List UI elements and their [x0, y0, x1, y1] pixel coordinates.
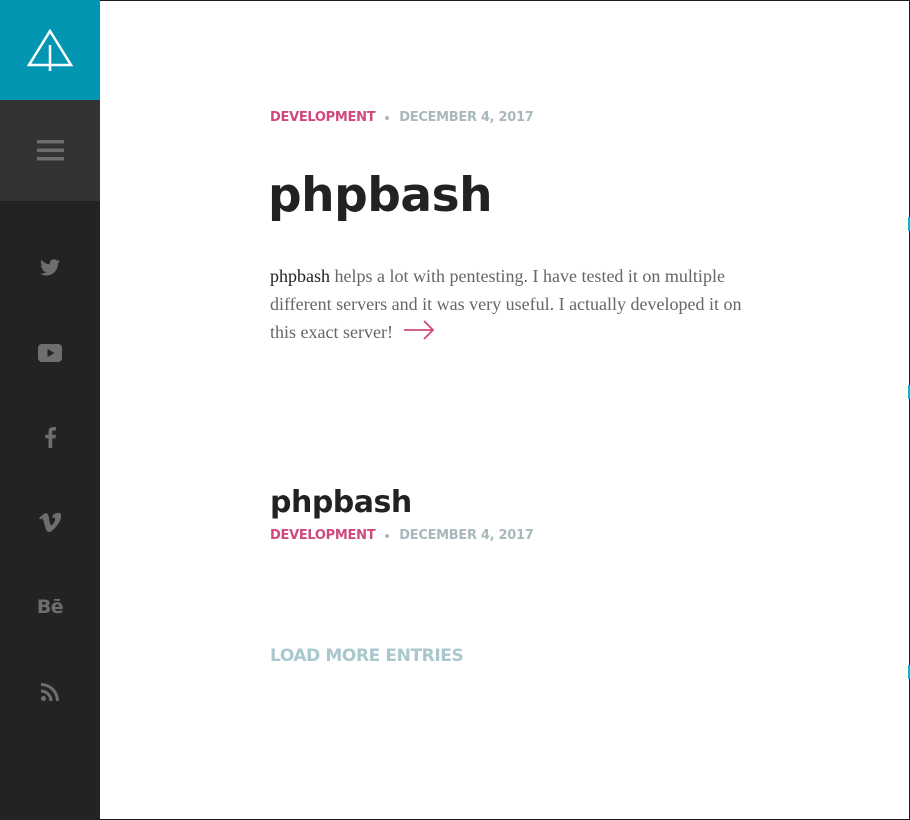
post-date[interactable]: DECEMBER 4, 2017 [399, 528, 534, 543]
meta-separator [385, 533, 390, 538]
youtube-icon [38, 344, 62, 362]
vimeo-icon [39, 512, 61, 532]
arrow-right-icon [403, 320, 435, 340]
twitter-link[interactable] [0, 247, 100, 287]
twitter-icon [40, 258, 60, 275]
load-more-button[interactable]: LOAD MORE ENTRIES [270, 646, 464, 666]
post-title[interactable]: phpbash [270, 485, 412, 520]
rss-link[interactable] [0, 672, 100, 712]
hamburger-menu-icon [36, 140, 64, 161]
facebook-link[interactable] [0, 417, 100, 457]
behance-link[interactable]: Bē [0, 587, 100, 627]
vimeo-link[interactable] [0, 502, 100, 542]
youtube-link[interactable] [0, 333, 100, 373]
excerpt-lead: phpbash [270, 266, 330, 286]
featured-post-date[interactable]: DECEMBER 4, 2017 [399, 110, 534, 125]
facebook-icon [44, 426, 56, 448]
featured-post-category[interactable]: DEVELOPMENT [270, 110, 376, 125]
post-category[interactable]: DEVELOPMENT [270, 528, 376, 543]
featured-post-excerpt: phpbash helps a lot with pentesting. I h… [270, 262, 745, 348]
sidebar: Bē [0, 0, 100, 820]
rss-icon [41, 683, 59, 701]
featured-post-title[interactable]: phpbash [268, 168, 493, 223]
tree-logo-icon [26, 28, 74, 71]
read-more-link[interactable] [403, 320, 435, 348]
menu-button[interactable] [0, 100, 100, 201]
post-meta: DEVELOPMENT DECEMBER 4, 2017 [270, 528, 534, 543]
excerpt-body: helps a lot with pentesting. I have test… [270, 266, 742, 342]
behance-icon: Bē [36, 596, 64, 618]
meta-separator [385, 115, 390, 120]
site-logo[interactable] [0, 0, 100, 100]
featured-post-meta: DEVELOPMENT DECEMBER 4, 2017 [270, 110, 534, 125]
